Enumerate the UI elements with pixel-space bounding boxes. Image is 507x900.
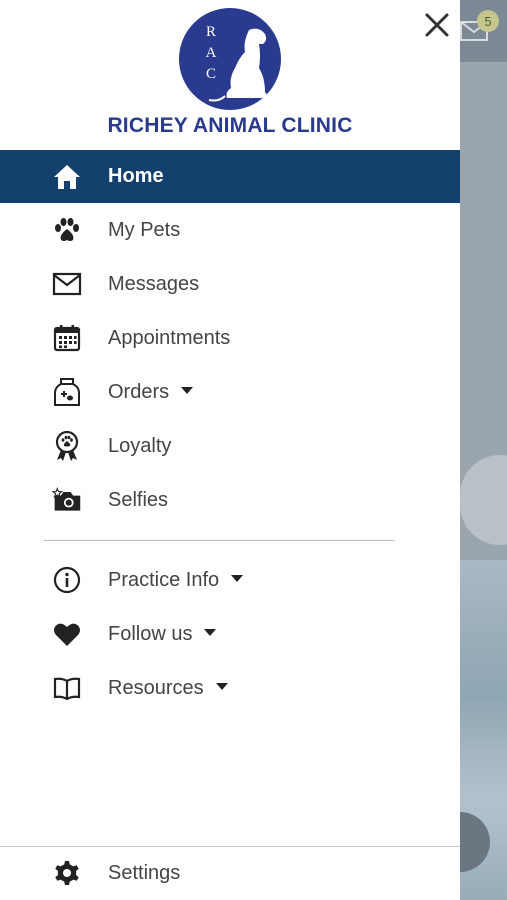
background-app [460,0,507,900]
close-button[interactable] [420,8,454,42]
menu-item-label: Loyalty [108,434,172,457]
menu-item-follow-us[interactable]: Follow us [0,607,460,661]
menu-item-my-pets[interactable]: My Pets [0,203,460,257]
clinic-logo: R A C [179,8,281,110]
menu-item-practice-info[interactable]: Practice Info [0,553,460,607]
main-menu: Home My Pets Messages Appointments Order… [0,150,460,527]
menu-item-label: Messages [108,272,200,295]
menu-item-orders[interactable]: Orders [0,365,460,419]
camera-icon [52,485,82,515]
menu-item-appointments[interactable]: Appointments [0,311,460,365]
menu-item-label: Settings [108,862,181,884]
menu-item-home[interactable]: Home [0,150,460,203]
menu-item-label: Home [108,165,164,187]
menu-item-messages[interactable]: Messages [0,257,460,311]
menu-item-label: Practice Info [108,569,244,592]
pet-food-bag-icon [52,377,82,407]
award-ribbon-icon [52,430,82,461]
heart-icon [52,619,82,649]
menu-item-loyalty[interactable]: Loyalty [0,419,460,473]
menu-item-label: Follow us [108,623,217,646]
background-button [460,455,507,545]
menu-item-label: Orders [108,381,194,404]
close-icon [425,13,449,37]
envelope-icon [52,269,82,299]
logo-letter-c: C [206,66,216,82]
navigation-drawer: R A C RICHEY ANIMAL CLINIC Home My Pets … [0,0,460,900]
menu-divider [44,540,394,541]
chevron-down-icon [231,574,244,582]
chevron-down-icon [215,682,228,690]
home-icon [52,162,82,192]
menu-item-label: My Pets [108,218,181,241]
chevron-down-icon [204,628,217,636]
menu-item-selfies[interactable]: Selfies [0,473,460,527]
menu-item-label: Appointments [108,326,231,349]
logo-letter-r: R [206,24,216,40]
menu-item-label: Selfies [108,488,169,511]
logo-letter-a: A [206,45,217,61]
info-icon [52,565,82,595]
paw-icon [52,215,82,245]
clinic-name: RICHEY ANIMAL CLINIC [107,114,353,137]
book-icon [52,673,82,703]
menu-item-settings[interactable]: Settings [0,847,460,900]
chevron-down-icon [181,386,194,394]
secondary-menu: Practice Info Follow us Resources [0,553,460,715]
gear-icon [52,859,82,889]
notification-badge: 5 [477,10,499,32]
menu-item-resources[interactable]: Resources [0,661,460,715]
calendar-icon [52,323,82,353]
menu-item-label: Resources [108,677,228,700]
